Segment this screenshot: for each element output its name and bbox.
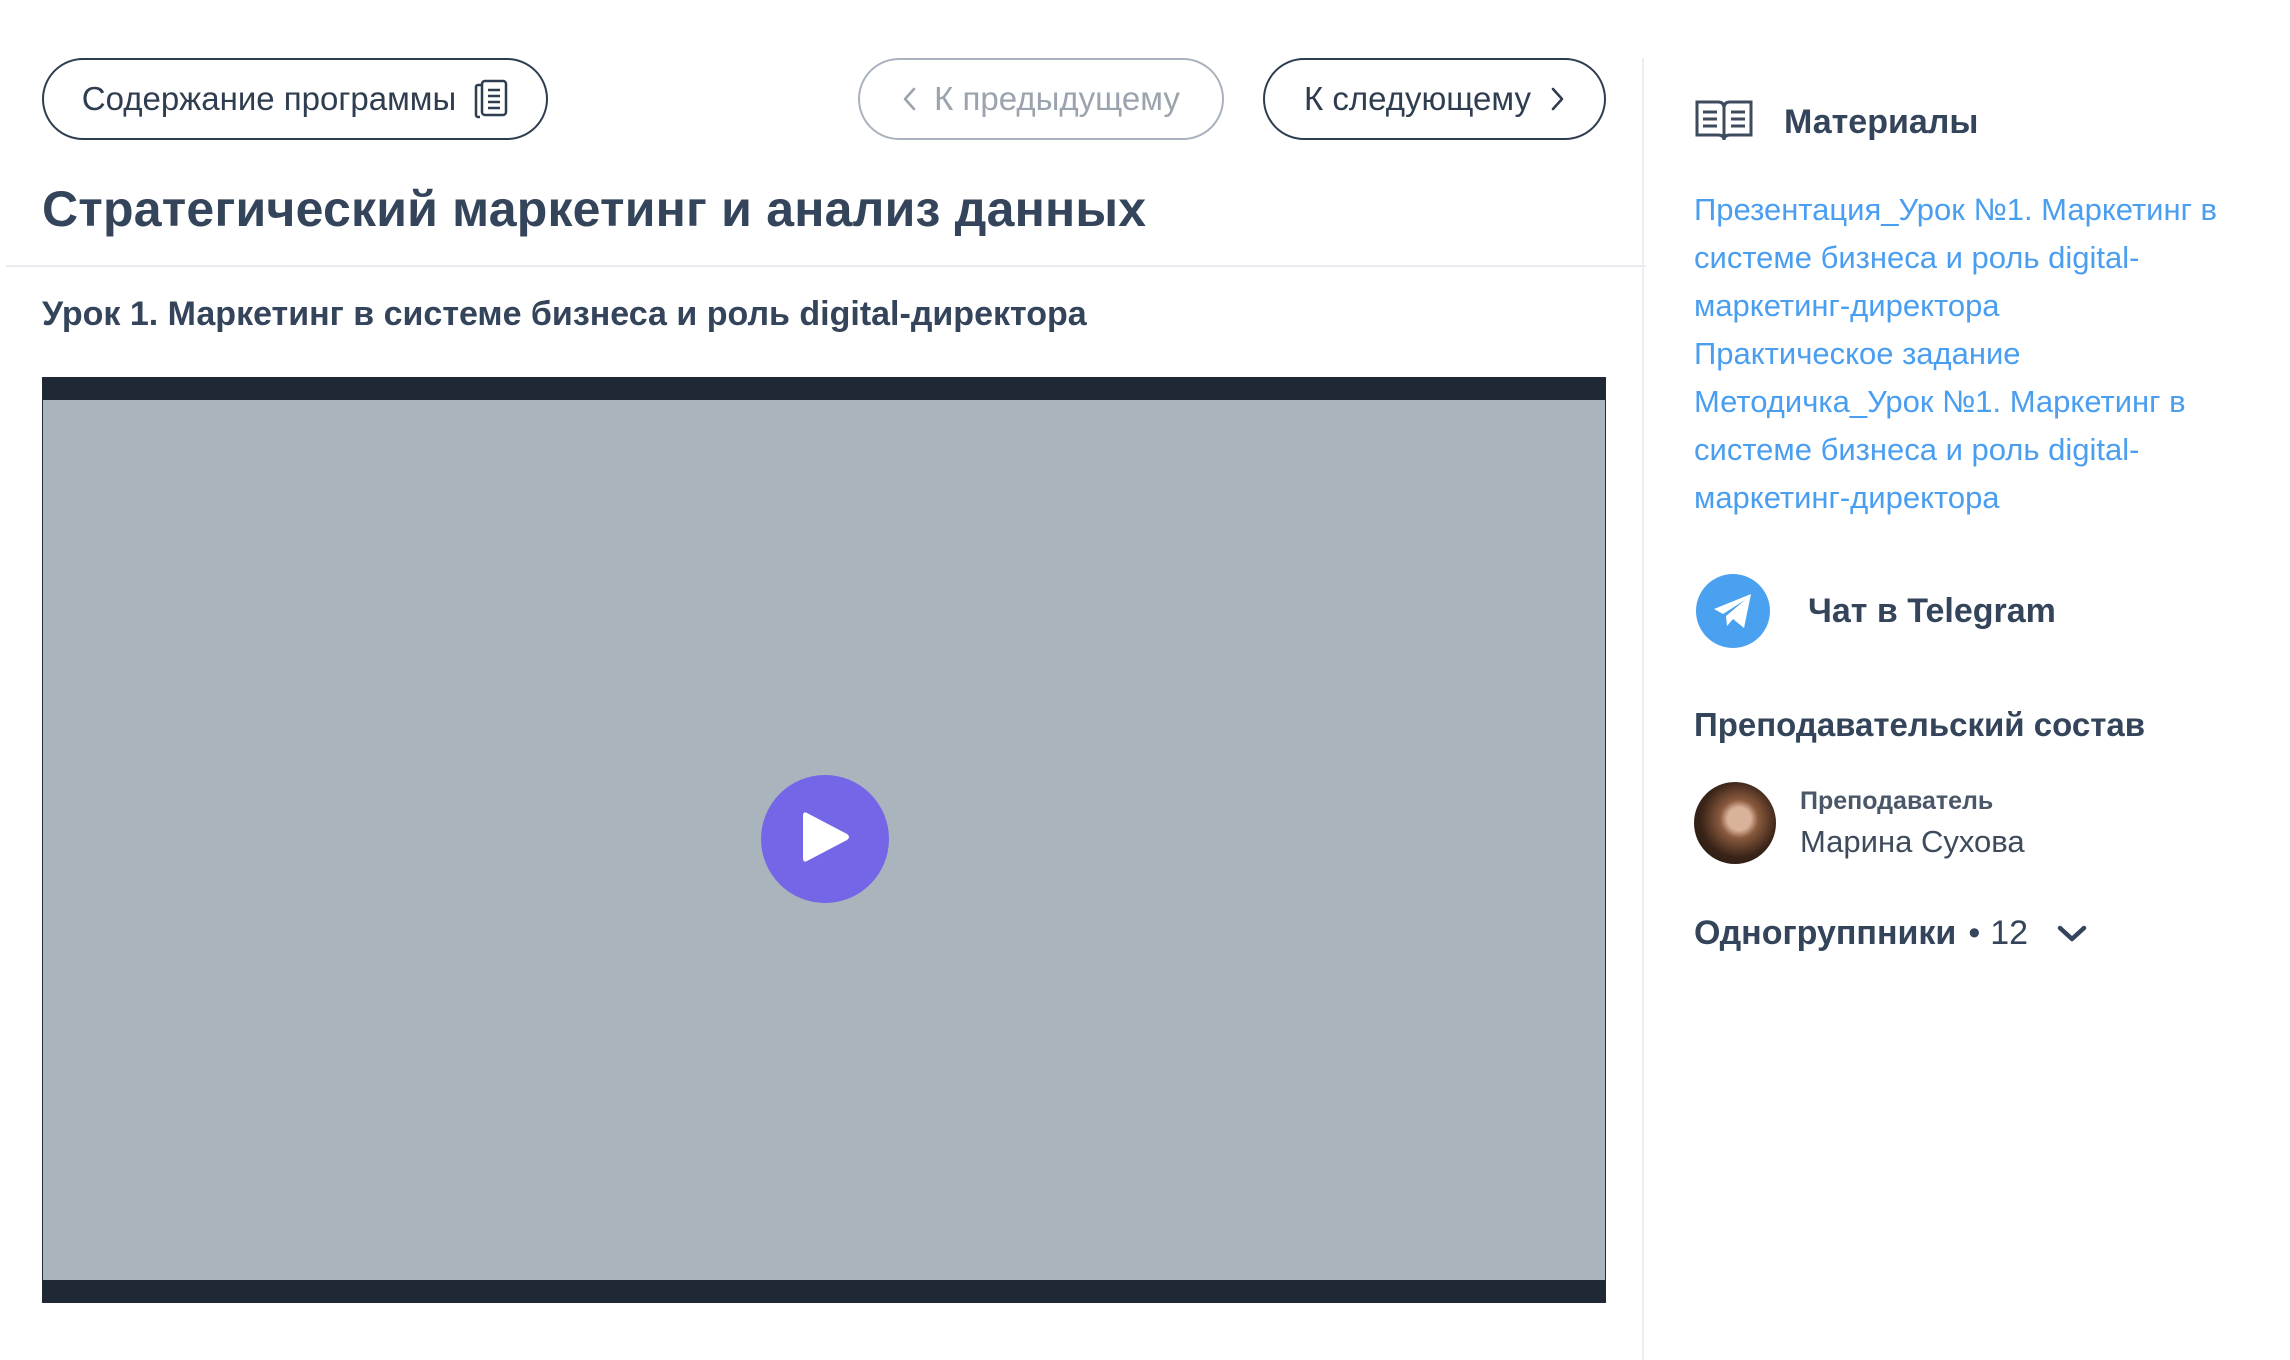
telegram-chat-label: Чат в Telegram [1808, 591, 2056, 630]
lesson-title: Урок 1. Маркетинг в системе бизнеса и ро… [42, 295, 1087, 333]
materials-list: Презентация_Урок №1. Маркетинг в системе… [1694, 186, 2234, 522]
chevron-left-icon [902, 87, 916, 111]
next-lesson-button[interactable]: К следующему [1263, 58, 1606, 140]
lesson-page: Содержание программы К предыдущему К сле… [0, 0, 2290, 1360]
program-contents-label: Содержание программы [81, 80, 457, 117]
previous-lesson-label: К предыдущему [934, 80, 1180, 117]
program-contents-button[interactable]: Содержание программы [42, 58, 548, 140]
material-link-practice[interactable]: Практическое задание [1694, 330, 2234, 378]
video-frame[interactable] [42, 400, 1606, 1280]
course-title: Стратегический маркетинг и анализ данных [42, 181, 1147, 237]
classmates-toggle[interactable]: Одногруппники • 12 [1694, 914, 2088, 953]
classmates-count: 12 [1990, 914, 2029, 952]
telegram-chat-link[interactable]: Чат в Telegram [1696, 574, 2056, 648]
video-player[interactable] [42, 377, 1606, 1303]
teacher-info: Преподаватель Марина Сухова [1800, 787, 2025, 860]
chevron-down-icon [2056, 924, 2088, 944]
next-lesson-label: К следующему [1304, 80, 1531, 117]
teacher-name: Марина Сухова [1800, 823, 2025, 859]
header-divider [6, 265, 1646, 267]
play-icon [799, 809, 851, 870]
previous-lesson-button[interactable]: К предыдущему [858, 58, 1224, 140]
teacher-card[interactable]: Преподаватель Марина Сухова [1694, 782, 2025, 864]
classmates-separator: • [1968, 914, 1981, 952]
avatar [1694, 782, 1776, 864]
play-button[interactable] [761, 775, 889, 903]
document-list-icon [474, 79, 508, 119]
lesson-sidebar: Материалы Презентация_Урок №1. Маркетинг… [1644, 0, 2290, 1360]
classmates-label: Одногруппники [1694, 914, 1957, 952]
material-link-presentation[interactable]: Презентация_Урок №1. Маркетинг в системе… [1694, 186, 2234, 330]
telegram-icon [1696, 574, 1770, 648]
material-link-manual[interactable]: Методичка_Урок №1. Маркетинг в системе б… [1694, 378, 2234, 522]
materials-header: Материалы [1694, 98, 1978, 147]
teachers-section-title: Преподавательский состав [1694, 706, 2145, 743]
chevron-right-icon [1551, 87, 1565, 111]
materials-label: Материалы [1784, 103, 1979, 141]
teacher-role: Преподаватель [1800, 786, 1994, 815]
open-book-icon [1694, 98, 1754, 147]
lesson-main: Содержание программы К предыдущему К сле… [0, 0, 1646, 1360]
